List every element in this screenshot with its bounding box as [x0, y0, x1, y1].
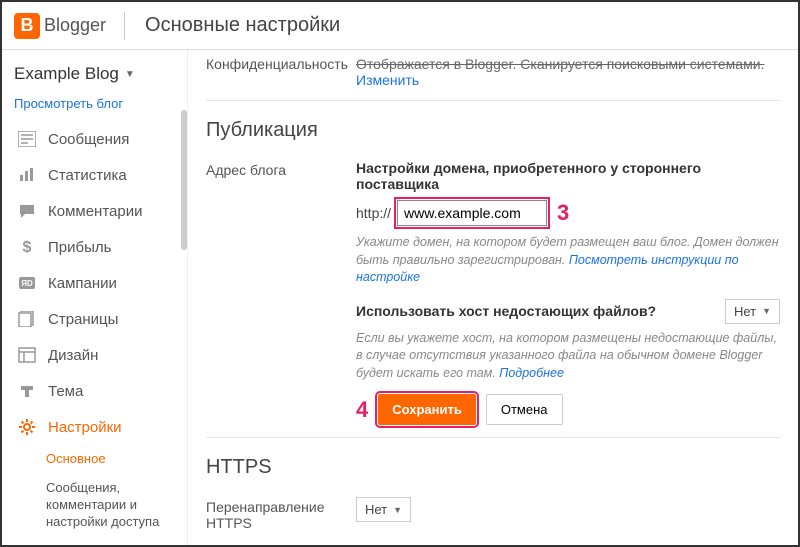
save-button[interactable]: Сохранить — [378, 394, 476, 425]
sidebar-item-label: Прибыль — [48, 239, 111, 256]
sidebar-item-label: Кампании — [48, 275, 117, 292]
campaigns-icon: ЯD — [16, 273, 38, 293]
sidebar-item-comments[interactable]: Комментарии — [12, 193, 187, 229]
blog-name: Example Blog — [14, 64, 119, 84]
sidebar-item-theme[interactable]: Тема — [12, 373, 187, 409]
blogger-logo: B — [14, 13, 40, 39]
domain-hint: Укажите домен, на котором будет размещен… — [356, 234, 780, 287]
brand-name: Blogger — [44, 15, 106, 36]
sidebar-item-label: Статистика — [48, 167, 127, 184]
blog-address-label: Адрес блога — [206, 160, 356, 425]
learn-more-link[interactable]: Подробнее — [499, 366, 564, 380]
dollar-icon: $ — [16, 237, 38, 257]
cancel-button[interactable]: Отмена — [486, 394, 563, 425]
http-prefix: http:// — [356, 205, 391, 221]
https-redirect-label: Перенаправление HTTPS — [206, 497, 356, 531]
page-title: Основные настройки — [145, 14, 340, 37]
sidebar-item-campaigns[interactable]: ЯD Кампании — [12, 265, 187, 301]
subnav-basic[interactable]: Основное — [44, 445, 187, 474]
https-heading: HTTPS — [206, 456, 780, 479]
missing-files-host-select[interactable]: Нет ▼ — [725, 299, 780, 324]
subnav-posts-comments[interactable]: Сообщения, комментарии и настройки досту… — [44, 474, 187, 537]
stats-icon — [16, 165, 38, 185]
sidebar-item-earnings[interactable]: $ Прибыль — [12, 229, 187, 265]
host-hint: Если вы укажете хост, на котором размеще… — [356, 330, 780, 383]
privacy-label: Конфиденциальность — [206, 56, 356, 88]
gear-icon — [16, 417, 38, 437]
sidebar-item-pages[interactable]: Страницы — [12, 301, 187, 337]
sidebar: Example Blog ▼ Просмотреть блог Сообщени… — [2, 50, 187, 545]
sidebar-item-label: Дизайн — [48, 347, 98, 364]
blog-selector[interactable]: Example Blog ▼ — [12, 60, 187, 88]
pages-icon — [16, 309, 38, 329]
publication-heading: Публикация — [206, 119, 780, 142]
privacy-status-text: Отображается в Blogger. Сканируется поис… — [356, 56, 764, 72]
privacy-edit-link[interactable]: Изменить — [356, 72, 419, 88]
scrollbar[interactable] — [181, 110, 187, 250]
sidebar-item-label: Страницы — [48, 311, 118, 328]
domain-settings-heading: Настройки домена, приобретенного у сторо… — [356, 160, 780, 192]
posts-icon — [16, 129, 38, 149]
view-blog-link[interactable]: Просмотреть блог — [14, 96, 187, 111]
comments-icon — [16, 201, 38, 221]
sidebar-item-label: Тема — [48, 383, 83, 400]
missing-files-host-label: Использовать хост недостающих файлов? — [356, 303, 725, 319]
annotation-4: 4 — [356, 397, 368, 423]
sidebar-item-settings[interactable]: Настройки — [12, 409, 187, 445]
layout-icon — [16, 345, 38, 365]
svg-text:ЯD: ЯD — [21, 279, 33, 288]
sidebar-item-posts[interactable]: Сообщения — [12, 121, 187, 157]
https-redirect-select[interactable]: Нет ▼ — [356, 497, 411, 522]
svg-text:$: $ — [23, 239, 32, 256]
sidebar-item-layout[interactable]: Дизайн — [12, 337, 187, 373]
theme-icon — [16, 381, 38, 401]
caret-down-icon: ▼ — [762, 306, 771, 316]
sidebar-item-label: Настройки — [48, 419, 122, 436]
caret-down-icon: ▼ — [393, 505, 402, 515]
sidebar-item-stats[interactable]: Статистика — [12, 157, 187, 193]
caret-down-icon: ▼ — [125, 69, 135, 80]
content: Конфиденциальность Отображается в Blogge… — [187, 50, 798, 545]
sidebar-item-label: Сообщения — [48, 131, 129, 148]
domain-input[interactable] — [397, 200, 547, 226]
divider — [124, 12, 125, 40]
annotation-3: 3 — [557, 200, 569, 226]
sidebar-item-label: Комментарии — [48, 203, 142, 220]
